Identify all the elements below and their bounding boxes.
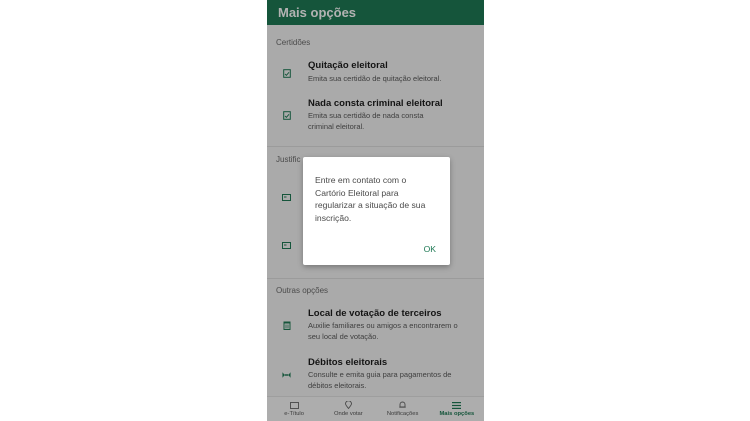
alert-dialog: Entre em contato com o Cartório Eleitora… bbox=[303, 157, 450, 265]
dialog-message: Entre em contato com o Cartório Eleitora… bbox=[315, 175, 426, 223]
ok-button[interactable]: OK bbox=[424, 244, 436, 254]
